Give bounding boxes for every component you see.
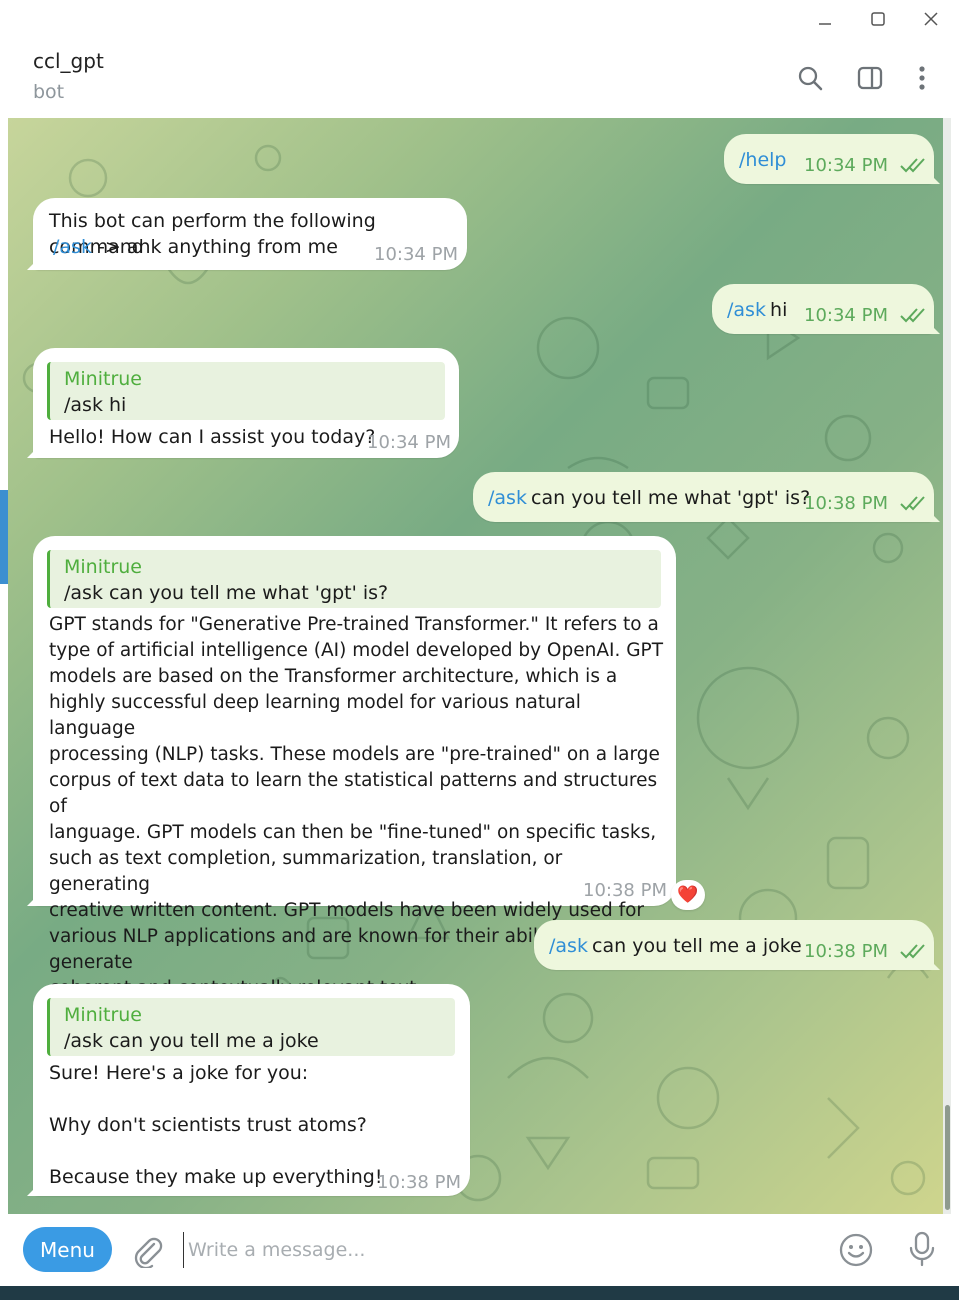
maximize-icon[interactable] [858, 6, 898, 32]
message-text: Sure! Here's a joke for you: Why don't s… [49, 1062, 383, 1188]
command-link[interactable]: /ask [488, 485, 527, 511]
chat-scrollbar[interactable] [943, 118, 951, 1214]
quote-author: Minitrue [64, 1004, 142, 1026]
minimize-icon[interactable] [805, 6, 845, 32]
message-time: 10:38 PM [583, 880, 667, 901]
close-icon[interactable] [911, 6, 951, 32]
read-checkmarks-icon [900, 944, 925, 959]
more-vertical-icon[interactable] [907, 63, 937, 93]
reply-quote[interactable]: Minitrue /ask can you tell me a joke [47, 998, 455, 1056]
command-link[interactable]: /help [739, 147, 786, 173]
message-time: 10:34 PM [374, 244, 458, 265]
message-text: can you tell me what 'gpt' is? [525, 487, 811, 509]
chat-title[interactable]: ccl_gpt [33, 49, 104, 73]
quote-text: /ask hi [64, 394, 127, 416]
paperclip-icon[interactable] [130, 1234, 164, 1268]
read-checkmarks-icon [900, 308, 925, 323]
chat-scrollbar-thumb[interactable] [945, 1105, 950, 1210]
incoming-message[interactable]: Minitrue /ask can you tell me what 'gpt'… [27, 536, 676, 999]
taskbar-edge [0, 1286, 959, 1300]
quote-author: Minitrue [64, 556, 142, 578]
chat-subtitle: bot [33, 81, 65, 103]
left-panel-selection [0, 490, 8, 584]
message-time: 10:34 PM [367, 432, 451, 453]
command-link[interactable]: /ask [727, 297, 766, 323]
reply-quote[interactable]: Minitrue /ask can you tell me what 'gpt'… [47, 550, 661, 608]
chat-history[interactable]: /help 10:34 PM This bot can perform the … [8, 118, 951, 1214]
outgoing-message[interactable]: /ask can you tell me a joke 10:38 PM [534, 920, 940, 970]
message-time: 10:34 PM [804, 305, 888, 326]
quote-text: /ask can you tell me what 'gpt' is? [64, 582, 389, 604]
read-checkmarks-icon [900, 496, 925, 511]
heart-reaction-badge[interactable]: ❤️ [671, 880, 705, 910]
quote-text: /ask can you tell me a joke [64, 1030, 319, 1052]
message-time: 10:38 PM [804, 493, 888, 514]
incoming-message[interactable]: Minitrue /ask hi Hello! How can I assist… [27, 348, 459, 458]
left-panel-edge [0, 37, 8, 1300]
outgoing-message[interactable]: /ask can you tell me what 'gpt' is? 10:3… [473, 472, 940, 522]
quote-author: Minitrue [64, 368, 142, 390]
bot-menu-button[interactable]: Menu [23, 1227, 112, 1272]
message-text: -> ank anything from me [92, 236, 338, 258]
command-link[interactable]: /ask [549, 933, 588, 959]
message-text: hi [764, 299, 788, 321]
search-icon[interactable] [795, 63, 825, 93]
microphone-icon[interactable] [906, 1230, 938, 1268]
heart-icon: ❤️ [677, 885, 699, 905]
reply-quote[interactable]: Minitrue /ask hi [47, 362, 445, 420]
message-time: 10:34 PM [804, 155, 888, 176]
message-input[interactable] [183, 1232, 810, 1268]
sidebar-toggle-icon[interactable] [855, 63, 885, 93]
outgoing-message[interactable]: /ask hi 10:34 PM [712, 284, 940, 334]
message-time: 10:38 PM [377, 1172, 461, 1193]
outgoing-message[interactable]: /help 10:34 PM [724, 134, 940, 184]
read-checkmarks-icon [900, 158, 925, 173]
right-edge [951, 118, 959, 1214]
window-titlebar [0, 0, 959, 37]
emoji-icon[interactable] [838, 1232, 874, 1268]
message-composer: Menu [8, 1214, 959, 1286]
command-link[interactable]: /ask [53, 234, 92, 260]
message-text: can you tell me a joke [586, 935, 802, 957]
message-text: Hello! How can I assist you today? [49, 426, 376, 448]
incoming-message[interactable]: Minitrue /ask can you tell me a joke Sur… [27, 984, 470, 1196]
incoming-message[interactable]: This bot can perform the following comma… [27, 198, 467, 270]
chat-header[interactable]: ccl_gpt bot [8, 37, 959, 118]
message-time: 10:38 PM [804, 941, 888, 962]
